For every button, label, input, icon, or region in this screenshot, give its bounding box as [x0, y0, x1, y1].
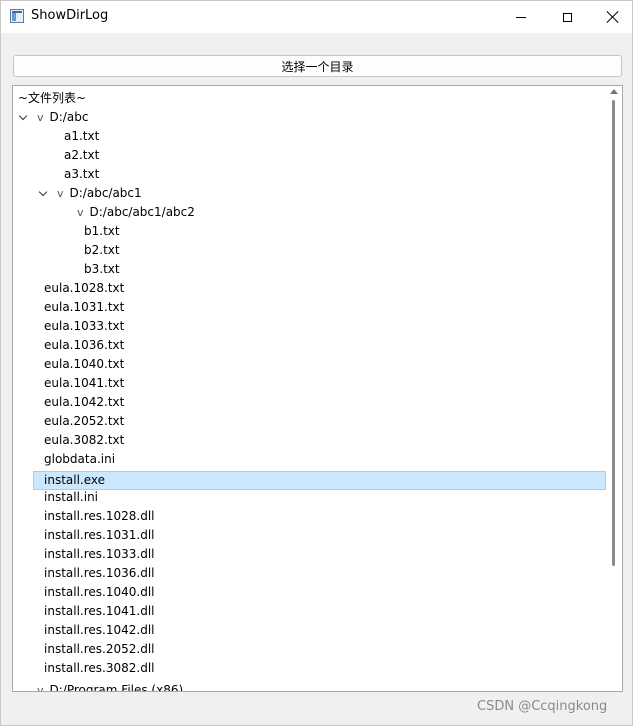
tree-item[interactable]: eula.1036.txt: [44, 336, 124, 355]
expanded-marker-icon: v: [37, 111, 44, 124]
minimize-icon: [516, 16, 526, 18]
tree-item[interactable]: eula.1042.txt: [44, 393, 124, 412]
window-title: ShowDirLog: [31, 8, 109, 23]
tree-item[interactable]: eula.1040.txt: [44, 355, 124, 374]
select-directory-button[interactable]: 选择一个目录: [13, 55, 622, 77]
tree-item[interactable]: eula.1031.txt: [44, 298, 124, 317]
tree-item[interactable]: install.ini: [44, 488, 98, 507]
tree-item[interactable]: install.res.1033.dll: [44, 545, 155, 564]
app-window: ShowDirLog 选择一个目录 ~文件列表~ v D:/abc a1.txt …: [0, 0, 633, 726]
tree-item[interactable]: a1.txt: [64, 127, 99, 146]
tree-item[interactable]: a2.txt: [64, 146, 99, 165]
title-bar[interactable]: ShowDirLog: [1, 1, 632, 33]
scroll-up-arrow-icon[interactable]: [610, 89, 618, 94]
expand-chevron-icon[interactable]: [39, 184, 49, 203]
maximize-icon: [562, 12, 572, 22]
tree-item[interactable]: install.res.2052.dll: [44, 640, 155, 659]
app-icon: [10, 9, 24, 23]
tree-item[interactable]: install.res.1041.dll: [44, 602, 155, 621]
tree-item[interactable]: eula.1033.txt: [44, 317, 124, 336]
expanded-marker-icon: v: [77, 206, 84, 219]
vertical-scrollbar[interactable]: [607, 86, 622, 691]
tree-item-d-abc-abc1[interactable]: v D:/abc/abc1: [57, 184, 142, 203]
expanded-marker-icon: v: [37, 684, 44, 692]
tree-item[interactable]: install.res.1040.dll: [44, 583, 155, 602]
tree-item-d-abc[interactable]: v D:/abc: [37, 108, 88, 127]
maximize-button[interactable]: [544, 1, 590, 33]
scrollbar-thumb[interactable]: [612, 100, 615, 566]
close-button[interactable]: [590, 1, 633, 33]
minimize-button[interactable]: [498, 1, 544, 33]
watermark: CSDN @Ccqingkong: [477, 699, 608, 714]
tree-header: ~文件列表~: [18, 91, 87, 105]
expanded-marker-icon: v: [57, 187, 64, 200]
tree-item[interactable]: globdata.ini: [44, 450, 115, 469]
tree-item[interactable]: eula.1028.txt: [44, 279, 124, 298]
tree-item[interactable]: install.res.1028.dll: [44, 507, 155, 526]
file-tree[interactable]: ~文件列表~ v D:/abc a1.txt a2.txt a3.txt v D:/…: [12, 85, 623, 692]
tree-item-program-files[interactable]: v D:/Program Files (x86): [37, 681, 183, 692]
close-icon: [607, 11, 619, 23]
tree-item[interactable]: eula.1041.txt: [44, 374, 124, 393]
tree-item-selected[interactable]: install.exe: [33, 471, 606, 490]
tree-item[interactable]: install.res.1031.dll: [44, 526, 155, 545]
tree-item-d-abc-abc1-abc2[interactable]: v D:/abc/abc1/abc2: [77, 203, 195, 222]
tree-item[interactable]: b1.txt: [84, 222, 120, 241]
tree-item[interactable]: eula.3082.txt: [44, 431, 124, 450]
tree-item[interactable]: eula.2052.txt: [44, 412, 124, 431]
tree-item[interactable]: install.res.1042.dll: [44, 621, 155, 640]
tree-item[interactable]: b3.txt: [84, 260, 120, 279]
tree-item[interactable]: a3.txt: [64, 165, 99, 184]
tree-item[interactable]: install.res.1036.dll: [44, 564, 155, 583]
expand-chevron-icon[interactable]: [19, 108, 29, 127]
tree-item[interactable]: install.res.3082.dll: [44, 659, 155, 678]
tree-item[interactable]: b2.txt: [84, 241, 120, 260]
